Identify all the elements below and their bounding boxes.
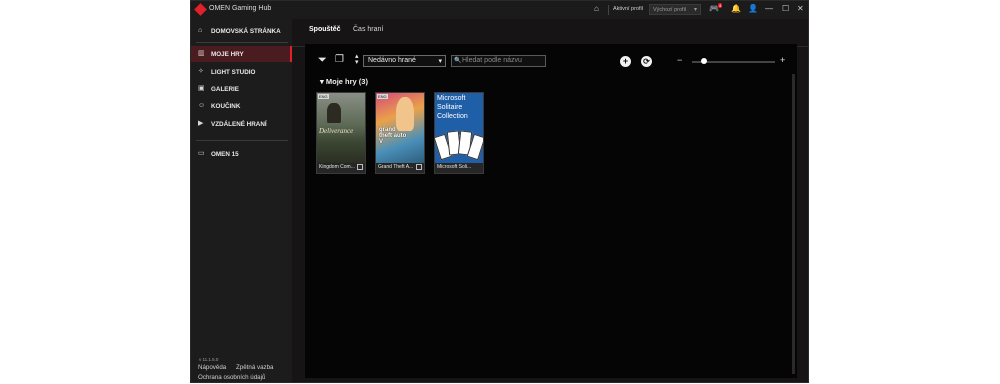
sidebar-divider: [196, 42, 288, 43]
title-separator: [608, 5, 609, 15]
home-icon: ⌂: [198, 27, 203, 34]
scrollbar[interactable]: [792, 74, 795, 374]
zoom-slider-handle[interactable]: [701, 58, 707, 64]
home-icon[interactable]: ⌂: [594, 4, 599, 14]
game-tile[interactable]: grand theft auto V ENG Grand Theft A...: [375, 92, 425, 174]
feedback-link[interactable]: Zpětná vazba: [236, 364, 274, 371]
cover-title-text: Microsoft Solitaire Collection: [437, 95, 468, 120]
sidebar-item-device[interactable]: ▭ OMEN 15: [191, 146, 292, 162]
sidebar-item-label: VZDÁLENÉ HRANÍ: [211, 121, 267, 128]
search-placeholder: Hledat podle názvu: [462, 57, 522, 64]
add-game-button[interactable]: +: [620, 56, 631, 67]
sidebar-item-label: MOJE HRY: [211, 51, 244, 58]
cover-title-text: Deliverance: [319, 127, 354, 135]
app-title: OMEN Gaming Hub: [209, 5, 272, 12]
game-cover-art: grand theft auto V: [376, 93, 424, 163]
view-toggle-icon[interactable]: ❐: [335, 54, 344, 65]
game-title: Microsoft Soli...: [437, 164, 472, 170]
games-panel: ⏷ ❐ ▴ ▾ Nedávno hrané ▾ 🔍 Hledat podle ná…: [305, 44, 797, 378]
sort-order-icon[interactable]: ▴ ▾: [355, 53, 359, 66]
language-tag: ENG: [318, 94, 329, 99]
sidebar-item-home[interactable]: ⌂ DOMOVSKÁ STRÁNKA: [191, 23, 292, 39]
profile-select[interactable]: Výchozí profil ▾: [649, 4, 701, 15]
sidebar-item-label: OMEN 15: [211, 151, 239, 158]
cover-title-text: grand theft auto V: [379, 127, 407, 145]
help-link[interactable]: Nápověda: [198, 364, 226, 371]
sidebar-item-label: GALERIE: [211, 86, 239, 93]
platform-icon: [357, 164, 363, 170]
sidebar-item-gallery[interactable]: ▣ GALERIE: [191, 81, 292, 97]
user-icon[interactable]: 👤: [748, 4, 758, 14]
gallery-icon: ▣: [198, 85, 205, 92]
title-bar: OMEN Gaming Hub ⌂ Aktivní profil Výchozí…: [191, 1, 808, 19]
sidebar-item-my-games[interactable]: ▥ MOJE HRY: [191, 46, 292, 62]
game-tile[interactable]: Microsoft Solitaire Collection Microsoft…: [434, 92, 484, 174]
chevron-down-icon: ▾: [693, 7, 697, 13]
search-icon: 🔍: [454, 58, 462, 64]
rider-silhouette: [327, 103, 341, 123]
tab-playtime[interactable]: Čas hraní: [353, 26, 383, 33]
platform-icon: [416, 164, 422, 170]
sidebar-item-label: DOMOVSKÁ STRÁNKA: [211, 28, 281, 35]
app-version: v 11.1.5.0: [199, 357, 219, 362]
filter-icon[interactable]: ⏷: [318, 54, 327, 67]
active-profile-label: Aktivní profil: [613, 6, 643, 12]
language-tag: ENG: [377, 94, 388, 99]
tab-launcher[interactable]: Spouštěč: [309, 26, 341, 33]
game-cover-art: Microsoft Solitaire Collection: [435, 93, 483, 163]
minimize-icon[interactable]: —: [765, 4, 773, 14]
sidebar-item-label: LIGHT STUDIO: [211, 69, 256, 76]
laptop-icon: ▭: [198, 150, 205, 157]
sidebar-item-remote-play[interactable]: ▶ VZDÁLENÉ HRANÍ: [191, 116, 292, 132]
bell-icon[interactable]: 🔔: [731, 4, 741, 14]
privacy-link[interactable]: Ochrana osobních údajů: [198, 374, 265, 381]
game-cover-art: Deliverance: [317, 93, 365, 163]
sidebar-item-light-studio[interactable]: ✧ LIGHT STUDIO: [191, 64, 292, 80]
game-title: Grand Theft A...: [378, 164, 414, 170]
notification-count-badge: 4: [718, 3, 723, 8]
sidebar: ⌂ DOMOVSKÁ STRÁNKA ▥ MOJE HRY ✧ LIGHT ST…: [191, 19, 292, 382]
zoom-out-icon[interactable]: −: [677, 55, 682, 65]
sparkle-icon: ✧: [198, 68, 204, 75]
sort-select-value: Nedávno hrané: [368, 57, 416, 64]
group-header[interactable]: ▾ Moje hry (3): [320, 77, 368, 86]
profile-select-value: Výchozí profil: [653, 7, 687, 13]
game-title: Kingdom Com...: [319, 164, 355, 170]
library-icon: ▥: [198, 50, 205, 57]
omen-logo-icon: [194, 3, 207, 16]
maximize-icon[interactable]: ☐: [782, 4, 789, 14]
remote-play-icon: ▶: [198, 120, 204, 127]
cover-figure: [396, 97, 414, 131]
app-window: OMEN Gaming Hub ⌂ Aktivní profil Výchozí…: [190, 0, 809, 383]
search-input[interactable]: 🔍 Hledat podle názvu: [451, 55, 546, 67]
sort-select[interactable]: Nedávno hrané ▾: [363, 55, 446, 67]
zoom-in-icon[interactable]: +: [780, 55, 785, 65]
sidebar-divider: [196, 140, 288, 141]
game-tile[interactable]: Deliverance ENG Kingdom Com...: [316, 92, 366, 174]
sidebar-item-label: KOUČINK: [211, 103, 241, 110]
sidebar-item-coaching[interactable]: ☺ KOUČINK: [191, 98, 292, 114]
coaching-icon: ☺: [198, 102, 206, 109]
main-area: Spouštěč Čas hraní ⏷ ❐ ▴ ▾ Nedávno hrané …: [292, 19, 808, 382]
refresh-button[interactable]: ⟳: [641, 56, 652, 67]
group-title: Moje hry (3): [325, 77, 368, 86]
close-icon[interactable]: ✕: [797, 4, 804, 14]
chevron-down-icon: ▾: [438, 58, 442, 65]
